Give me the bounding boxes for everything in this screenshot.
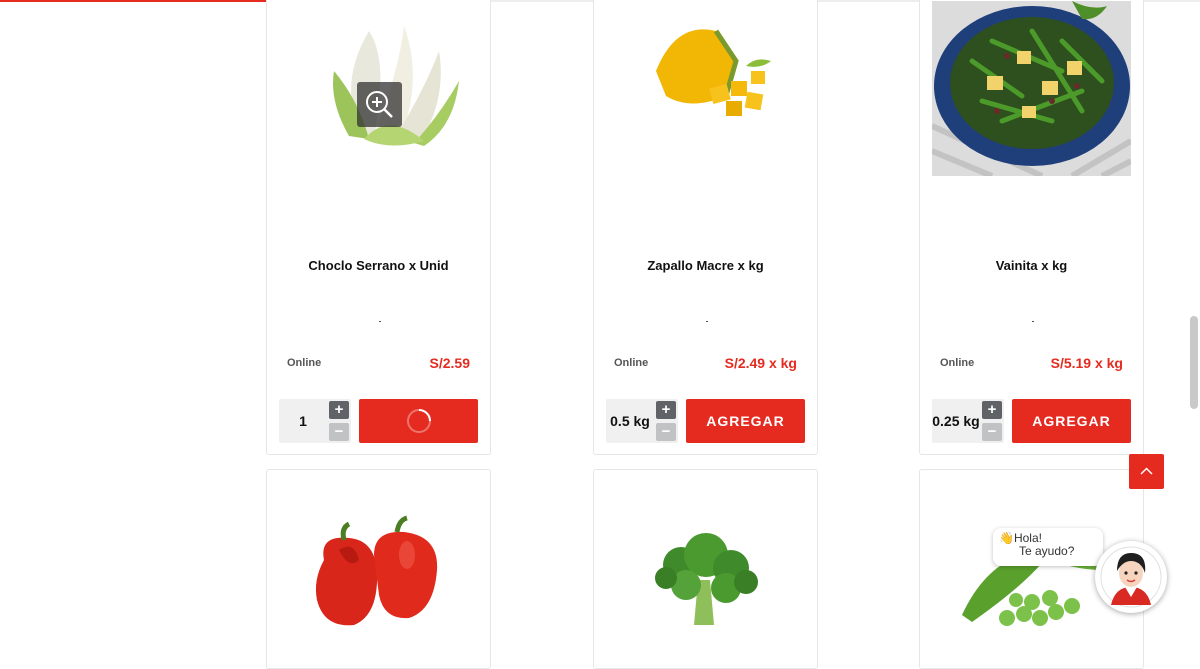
product-card: Zapallo Macre x kg Online S/2.49 x kg 0.…: [593, 0, 818, 455]
product-price: S/2.49 x kg: [724, 355, 797, 371]
loading-spinner-icon: [406, 409, 431, 433]
quantity-value[interactable]: 0.25 kg: [932, 399, 980, 443]
waving-hand-icon: 👋: [999, 531, 1014, 545]
product-card: [593, 469, 818, 669]
product-card: Choclo Serrano x Unid Online S/2.59 1 + …: [266, 0, 491, 455]
quantity-increase-button[interactable]: +: [982, 401, 1002, 419]
product-image[interactable]: [932, 1, 1131, 176]
product-rating-dot: [378, 321, 381, 322]
product-card: Vainita x kg Online S/5.19 x kg 0.25 kg …: [919, 0, 1144, 455]
product-price: S/5.19 x kg: [1050, 355, 1123, 371]
quantity-value[interactable]: 1: [279, 399, 327, 443]
zoom-button[interactable]: [357, 82, 402, 127]
availability-label: Online: [287, 357, 322, 369]
chevron-up-icon: [1140, 467, 1153, 475]
broccoli-image: [655, 533, 758, 625]
quantity-stepper: 0.5 kg + −: [606, 399, 678, 443]
chat-greeting-bubble[interactable]: 👋Hola! Te ayudo?: [993, 528, 1103, 566]
quantity-increase-button[interactable]: +: [329, 401, 349, 419]
page-scrollbar-thumb[interactable]: [1190, 316, 1198, 409]
product-name[interactable]: Choclo Serrano x Unid: [267, 258, 490, 273]
pumpkin-image: [656, 29, 771, 116]
green-bean-salad-image: [932, 1, 1131, 176]
quantity-increase-button[interactable]: +: [656, 401, 676, 419]
add-to-cart-button[interactable]: [359, 399, 478, 443]
scroll-to-top-button[interactable]: [1129, 454, 1164, 489]
quantity-stepper: 1 + −: [279, 399, 351, 443]
red-pepper-image: [315, 515, 438, 626]
add-to-cart-button[interactable]: AGREGAR: [1012, 399, 1131, 443]
add-to-cart-button[interactable]: AGREGAR: [686, 399, 805, 443]
quantity-decrease-button[interactable]: −: [329, 423, 349, 441]
product-price: S/2.59: [429, 355, 470, 371]
product-card: [266, 469, 491, 669]
product-rating-dot: [705, 321, 708, 322]
product-image[interactable]: [279, 510, 478, 650]
product-name[interactable]: Zapallo Macre x kg: [594, 258, 817, 273]
zoom-in-icon: [366, 91, 393, 118]
quantity-decrease-button[interactable]: −: [656, 423, 676, 441]
product-image[interactable]: [606, 510, 805, 650]
chat-subtitle: Te ayudo?: [1019, 544, 1075, 558]
quantity-value[interactable]: 0.5 kg: [606, 399, 654, 443]
product-name[interactable]: Vainita x kg: [920, 258, 1143, 273]
quantity-decrease-button[interactable]: −: [982, 423, 1002, 441]
availability-label: Online: [614, 357, 649, 369]
chat-assistant-avatar[interactable]: [1095, 541, 1167, 613]
availability-label: Online: [940, 357, 975, 369]
quantity-stepper: 0.25 kg + −: [932, 399, 1004, 443]
product-image[interactable]: [606, 1, 805, 176]
chat-greeting: Hola!: [1013, 531, 1042, 545]
assistant-avatar-icon: [1100, 546, 1162, 608]
product-rating-dot: [1031, 321, 1034, 322]
